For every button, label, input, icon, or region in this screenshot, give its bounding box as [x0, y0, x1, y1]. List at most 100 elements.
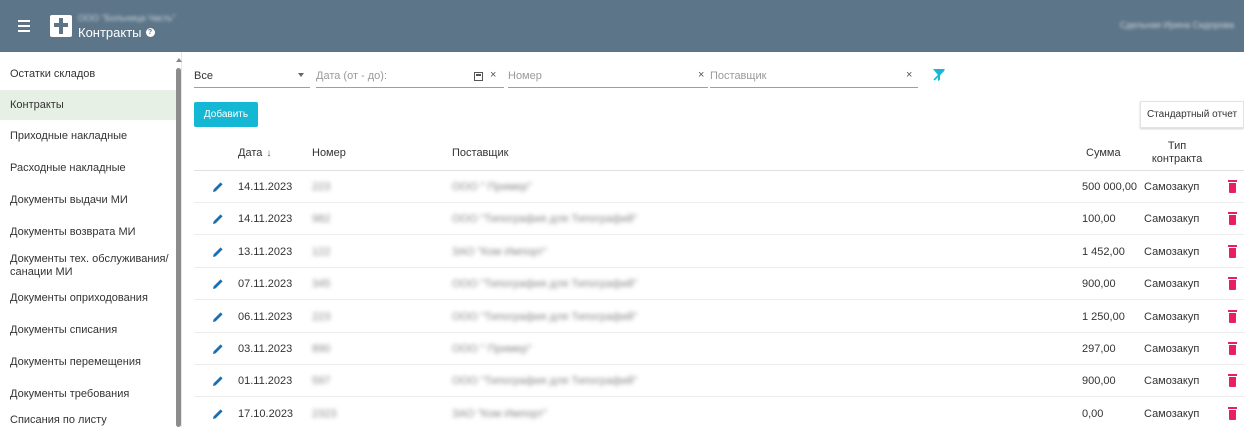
hamburger-menu-icon[interactable]	[14, 15, 36, 37]
cell-supplier: ООО " Пример"	[452, 181, 532, 193]
edit-pencil-icon[interactable]	[212, 408, 224, 420]
column-type-line2: контракта	[1151, 153, 1203, 165]
sort-down-icon[interactable]: ↓	[266, 148, 271, 159]
edit-pencil-icon[interactable]	[212, 246, 224, 258]
cell-sum: 500 000,00	[1082, 181, 1138, 193]
help-icon[interactable]: ?	[145, 27, 155, 37]
cell-sum: 0,00	[1082, 407, 1104, 420]
scroll-up-arrow-icon[interactable]	[176, 58, 182, 62]
cell-sum: 100,00	[1082, 213, 1116, 226]
edit-pencil-icon[interactable]	[212, 343, 224, 355]
org-name: ООО "Больница Часть"	[78, 12, 176, 23]
delete-trash-icon[interactable]	[1228, 180, 1237, 193]
cell-contract-type: Самозакуп	[1144, 278, 1200, 291]
cell-number: 597	[312, 375, 331, 388]
sidebar-item[interactable]: Списания по листу	[0, 410, 176, 427]
app-logo-icon	[50, 15, 72, 37]
supplier-field[interactable]: Поставщик ×	[710, 64, 918, 88]
cell-date: 01.11.2023	[238, 375, 293, 388]
cell-date: 07.11.2023	[238, 278, 293, 291]
edit-pencil-icon[interactable]	[212, 375, 224, 387]
column-header-sum[interactable]: Сумма	[1086, 135, 1121, 171]
table-row[interactable]: 13.11.2023 122 ЗАО "Ком Импорт" 1 452,00 Сам…	[194, 236, 1244, 268]
sidebar-scrollbar[interactable]	[176, 58, 182, 427]
table-row[interactable]: 14.11.2023 982 ООО "Типография для Типогра…	[194, 203, 1244, 236]
cell-date: 03.11.2023	[238, 343, 293, 355]
contract-type-select[interactable]: Все	[194, 64, 310, 88]
cell-number: 122	[312, 245, 331, 258]
table-row[interactable]: 17.10.2023 2323 ЗАО "Ком Импорт" 0,00 Самоза…	[194, 398, 1244, 427]
sidebar-item[interactable]: Документы тех. обслуживания/санации МИ	[0, 248, 176, 284]
table-row[interactable]: 06.11.2023 223 ООО "Типография для Типогра…	[194, 301, 1244, 333]
calendar-icon[interactable]	[474, 72, 483, 81]
chevron-down-icon[interactable]	[298, 73, 304, 77]
table-row[interactable]: 14.11.2023 223 ООО " Пример" 500 000,00 Само…	[194, 171, 1244, 203]
add-button[interactable]: Добавить	[194, 102, 258, 127]
column-header-number[interactable]: Номер	[312, 135, 346, 171]
edit-pencil-icon[interactable]	[212, 311, 224, 323]
delete-trash-icon[interactable]	[1228, 244, 1237, 258]
cell-contract-type: Самозакуп	[1144, 343, 1200, 355]
table-row[interactable]: 03.11.2023 890 ООО " Пример" 297,00 Самозаку…	[194, 333, 1244, 365]
cell-date: 17.10.2023	[238, 407, 294, 420]
date-range-field[interactable]: Дата (от - до): ×	[316, 64, 504, 88]
cell-contract-type: Самозакуп	[1144, 245, 1200, 258]
clear-supplier-icon[interactable]: ×	[906, 69, 912, 81]
date-range-placeholder: Дата (от - до):	[316, 69, 388, 82]
clear-number-icon[interactable]: ×	[698, 69, 704, 81]
app-header: ООО "Больница Часть" Контракты ? Сдельна…	[0, 0, 1244, 52]
cell-number: 345	[312, 278, 331, 291]
table-row[interactable]: 07.11.2023 345 ООО "Типография для Типогра…	[194, 268, 1244, 301]
sidebar-item[interactable]: Приходные накладные	[0, 122, 176, 150]
delete-trash-icon[interactable]	[1228, 406, 1237, 420]
column-type-line1: Тип	[1167, 140, 1187, 152]
app-root: ООО "Больница Часть" Контракты ? Сдельна…	[0, 0, 1244, 427]
cell-sum: 1 452,00	[1082, 245, 1125, 258]
contract-type-value: Все	[194, 69, 213, 82]
title-block: ООО "Больница Часть" Контракты ?	[78, 13, 176, 40]
cell-number: 890	[312, 343, 331, 355]
cell-number: 223	[312, 310, 331, 323]
delete-trash-icon[interactable]	[1228, 342, 1237, 355]
cell-number: 223	[312, 181, 331, 193]
cell-date: 13.11.2023	[238, 245, 293, 258]
cell-supplier: ООО "Типография для Типографий"	[452, 213, 638, 226]
cell-contract-type: Самозакуп	[1144, 310, 1200, 323]
column-header-date[interactable]: Дата ↓	[238, 135, 271, 171]
table-header: Дата ↓ Номер Поставщик Сумма Тип контрак…	[194, 135, 1244, 171]
supplier-placeholder: Поставщик	[710, 69, 767, 82]
cell-sum: 900,00	[1082, 278, 1116, 291]
scrollbar-thumb[interactable]	[176, 68, 181, 427]
sidebar-item[interactable]: Документы выдачи МИ	[0, 186, 176, 214]
delete-trash-icon[interactable]	[1228, 309, 1237, 323]
cell-supplier: ООО "Типография для Типографий"	[452, 310, 638, 323]
edit-pencil-icon[interactable]	[212, 213, 224, 225]
number-field[interactable]: Номер ×	[508, 64, 708, 88]
sidebar-item[interactable]: Документы оприходования	[0, 284, 176, 312]
sidebar-item[interactable]: Остатки складов	[0, 62, 176, 86]
sidebar-item[interactable]: Документы возврата МИ	[0, 218, 176, 246]
sidebar-item[interactable]: Расходные накладные	[0, 154, 176, 182]
cell-number: 982	[312, 213, 331, 226]
cell-supplier: ООО "Типография для Типографий"	[452, 278, 638, 291]
column-header-supplier[interactable]: Поставщик	[452, 135, 508, 171]
sidebar-item[interactable]: Контракты	[0, 90, 176, 120]
sidebar-item[interactable]: Документы требования	[0, 380, 176, 408]
delete-trash-icon[interactable]	[1228, 374, 1237, 388]
delete-trash-icon[interactable]	[1228, 212, 1237, 226]
edit-pencil-icon[interactable]	[212, 181, 224, 193]
cell-supplier: ЗАО "Ком Импорт"	[452, 407, 547, 420]
cell-supplier: ООО " Пример"	[452, 343, 532, 355]
column-date-label: Дата	[238, 147, 263, 159]
sidebar-item[interactable]: Документы списания	[0, 316, 176, 344]
cell-sum: 297,00	[1082, 343, 1116, 355]
clear-filters-icon[interactable]	[932, 68, 946, 82]
standard-report-button[interactable]: Стандартный отчет	[1140, 101, 1244, 128]
user-name[interactable]: Сдельная Ирина Сидорова	[1120, 20, 1234, 30]
edit-pencil-icon[interactable]	[212, 278, 224, 290]
table-row[interactable]: 01.11.2023 597 ООО "Типография для Типогра…	[194, 365, 1244, 398]
sidebar-item[interactable]: Документы перемещения	[0, 348, 176, 376]
column-header-contract-type[interactable]: Тип контракта	[1142, 135, 1212, 171]
delete-trash-icon[interactable]	[1228, 277, 1237, 291]
clear-date-icon[interactable]: ×	[490, 69, 496, 81]
